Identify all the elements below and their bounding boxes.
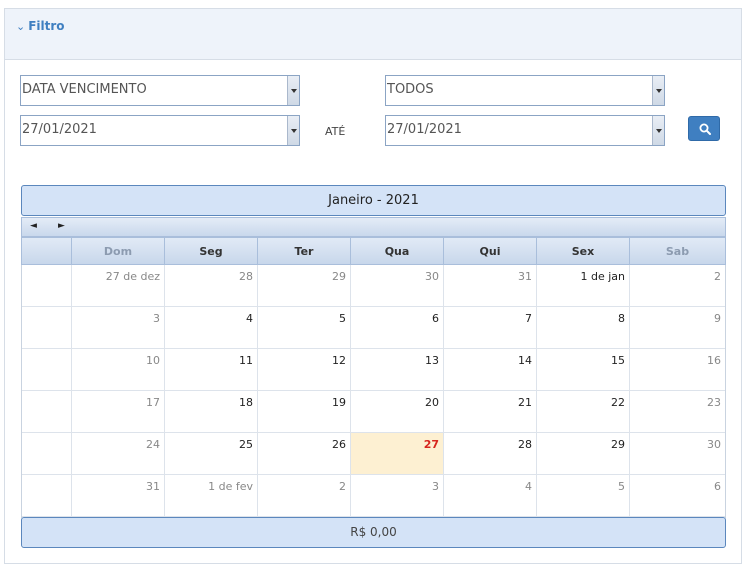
weekday-dom: Dom — [71, 238, 164, 265]
day-cell[interactable]: 5 — [536, 475, 629, 517]
day-cell[interactable]: 11 — [164, 349, 257, 391]
day-cell[interactable]: 10 — [71, 349, 164, 391]
day-cell[interactable]: 6 — [350, 307, 443, 349]
date-field-select[interactable]: DATA VENCIMENTO — [20, 75, 300, 106]
search-icon — [699, 123, 711, 135]
day-cell[interactable]: 8 — [536, 307, 629, 349]
week-number-cell — [22, 475, 71, 517]
day-cell[interactable]: 2 — [257, 475, 350, 517]
day-cell[interactable]: 29 — [536, 433, 629, 475]
day-cell[interactable]: 14 — [443, 349, 536, 391]
date-to-value: 27/01/2021 — [387, 122, 462, 137]
day-cell[interactable]: 22 — [536, 391, 629, 433]
weekday-ter: Ter — [257, 238, 350, 265]
day-cell[interactable]: 28 — [164, 265, 257, 307]
weekday-seg: Seg — [164, 238, 257, 265]
filter-toggle[interactable]: ⌄ Filtro — [16, 19, 65, 33]
day-cell[interactable]: 31 — [71, 475, 164, 517]
day-cell[interactable]: 15 — [536, 349, 629, 391]
week-number-cell — [22, 307, 71, 349]
dropdown-arrow-icon[interactable] — [652, 116, 664, 145]
day-cell[interactable]: 28 — [443, 433, 536, 475]
calendar-grid: 27 de dez 28 29 30 31 1 de jan 2 3 4 5 6 7 8 9 10 11 12 1… — [21, 265, 726, 518]
day-cell[interactable]: 27 de dez — [71, 265, 164, 307]
day-cell[interactable]: 17 — [71, 391, 164, 433]
weekday-qua: Qua — [350, 238, 443, 265]
day-cell[interactable]: 5 — [257, 307, 350, 349]
day-cell[interactable]: 21 — [443, 391, 536, 433]
day-cell[interactable]: 4 — [164, 307, 257, 349]
calendar-title: Janeiro - 2021 — [21, 185, 726, 216]
day-cell[interactable]: 9 — [629, 307, 725, 349]
weekday-qui: Qui — [443, 238, 536, 265]
calendar-footer-total: R$ 0,00 — [21, 517, 726, 548]
dropdown-arrow-icon[interactable] — [652, 76, 664, 105]
week-number-cell — [22, 433, 71, 475]
dropdown-arrow-icon[interactable] — [287, 116, 299, 145]
filter-title: Filtro — [28, 19, 65, 33]
date-from-select[interactable]: 27/01/2021 — [20, 115, 300, 146]
day-cell[interactable]: 24 — [71, 433, 164, 475]
filter-panel: ⌄ Filtro DATA VENCIMENTO TODOS 27/01/2021… — [4, 8, 742, 564]
dropdown-arrow-icon[interactable] — [287, 76, 299, 105]
weekday-sex: Sex — [536, 238, 629, 265]
day-cell[interactable]: 6 — [629, 475, 725, 517]
day-cell[interactable]: 16 — [629, 349, 725, 391]
day-cell[interactable]: 7 — [443, 307, 536, 349]
day-cell[interactable]: 12 — [257, 349, 350, 391]
day-cell[interactable]: 19 — [257, 391, 350, 433]
next-month-button[interactable]: ► — [58, 221, 65, 231]
search-button[interactable] — [688, 116, 720, 141]
weekday-sab: Sab — [629, 238, 725, 265]
weekday-header: Dom Seg Ter Qua Qui Sex Sab — [21, 237, 726, 265]
prev-month-button[interactable]: ◄ — [30, 221, 37, 231]
date-to-select[interactable]: 27/01/2021 — [385, 115, 665, 146]
day-cell[interactable]: 26 — [257, 433, 350, 475]
date-from-value: 27/01/2021 — [22, 122, 97, 137]
day-cell[interactable]: 3 — [350, 475, 443, 517]
day-cell[interactable]: 25 — [164, 433, 257, 475]
chevron-down-icon: ⌄ — [16, 20, 26, 33]
day-cell[interactable]: 3 — [71, 307, 164, 349]
status-value: TODOS — [387, 82, 434, 97]
calendar-nav: ◄ ► — [21, 217, 726, 237]
day-cell[interactable]: 29 — [257, 265, 350, 307]
status-select[interactable]: TODOS — [385, 75, 665, 106]
day-cell-today[interactable]: 27 — [350, 433, 443, 475]
week-number-cell — [22, 391, 71, 433]
week-number-cell — [22, 349, 71, 391]
day-cell[interactable]: 30 — [350, 265, 443, 307]
filter-header[interactable]: ⌄ Filtro — [5, 9, 741, 60]
day-cell[interactable]: 31 — [443, 265, 536, 307]
day-cell[interactable]: 30 — [629, 433, 725, 475]
week-number-cell — [22, 265, 71, 307]
date-field-value: DATA VENCIMENTO — [22, 82, 147, 97]
day-cell[interactable]: 1 de fev — [164, 475, 257, 517]
day-cell[interactable]: 2 — [629, 265, 725, 307]
until-label: ATÉ — [325, 125, 346, 138]
day-cell[interactable]: 20 — [350, 391, 443, 433]
day-cell[interactable]: 23 — [629, 391, 725, 433]
day-cell[interactable]: 18 — [164, 391, 257, 433]
day-cell[interactable]: 4 — [443, 475, 536, 517]
day-cell[interactable]: 13 — [350, 349, 443, 391]
day-cell[interactable]: 1 de jan — [536, 265, 629, 307]
